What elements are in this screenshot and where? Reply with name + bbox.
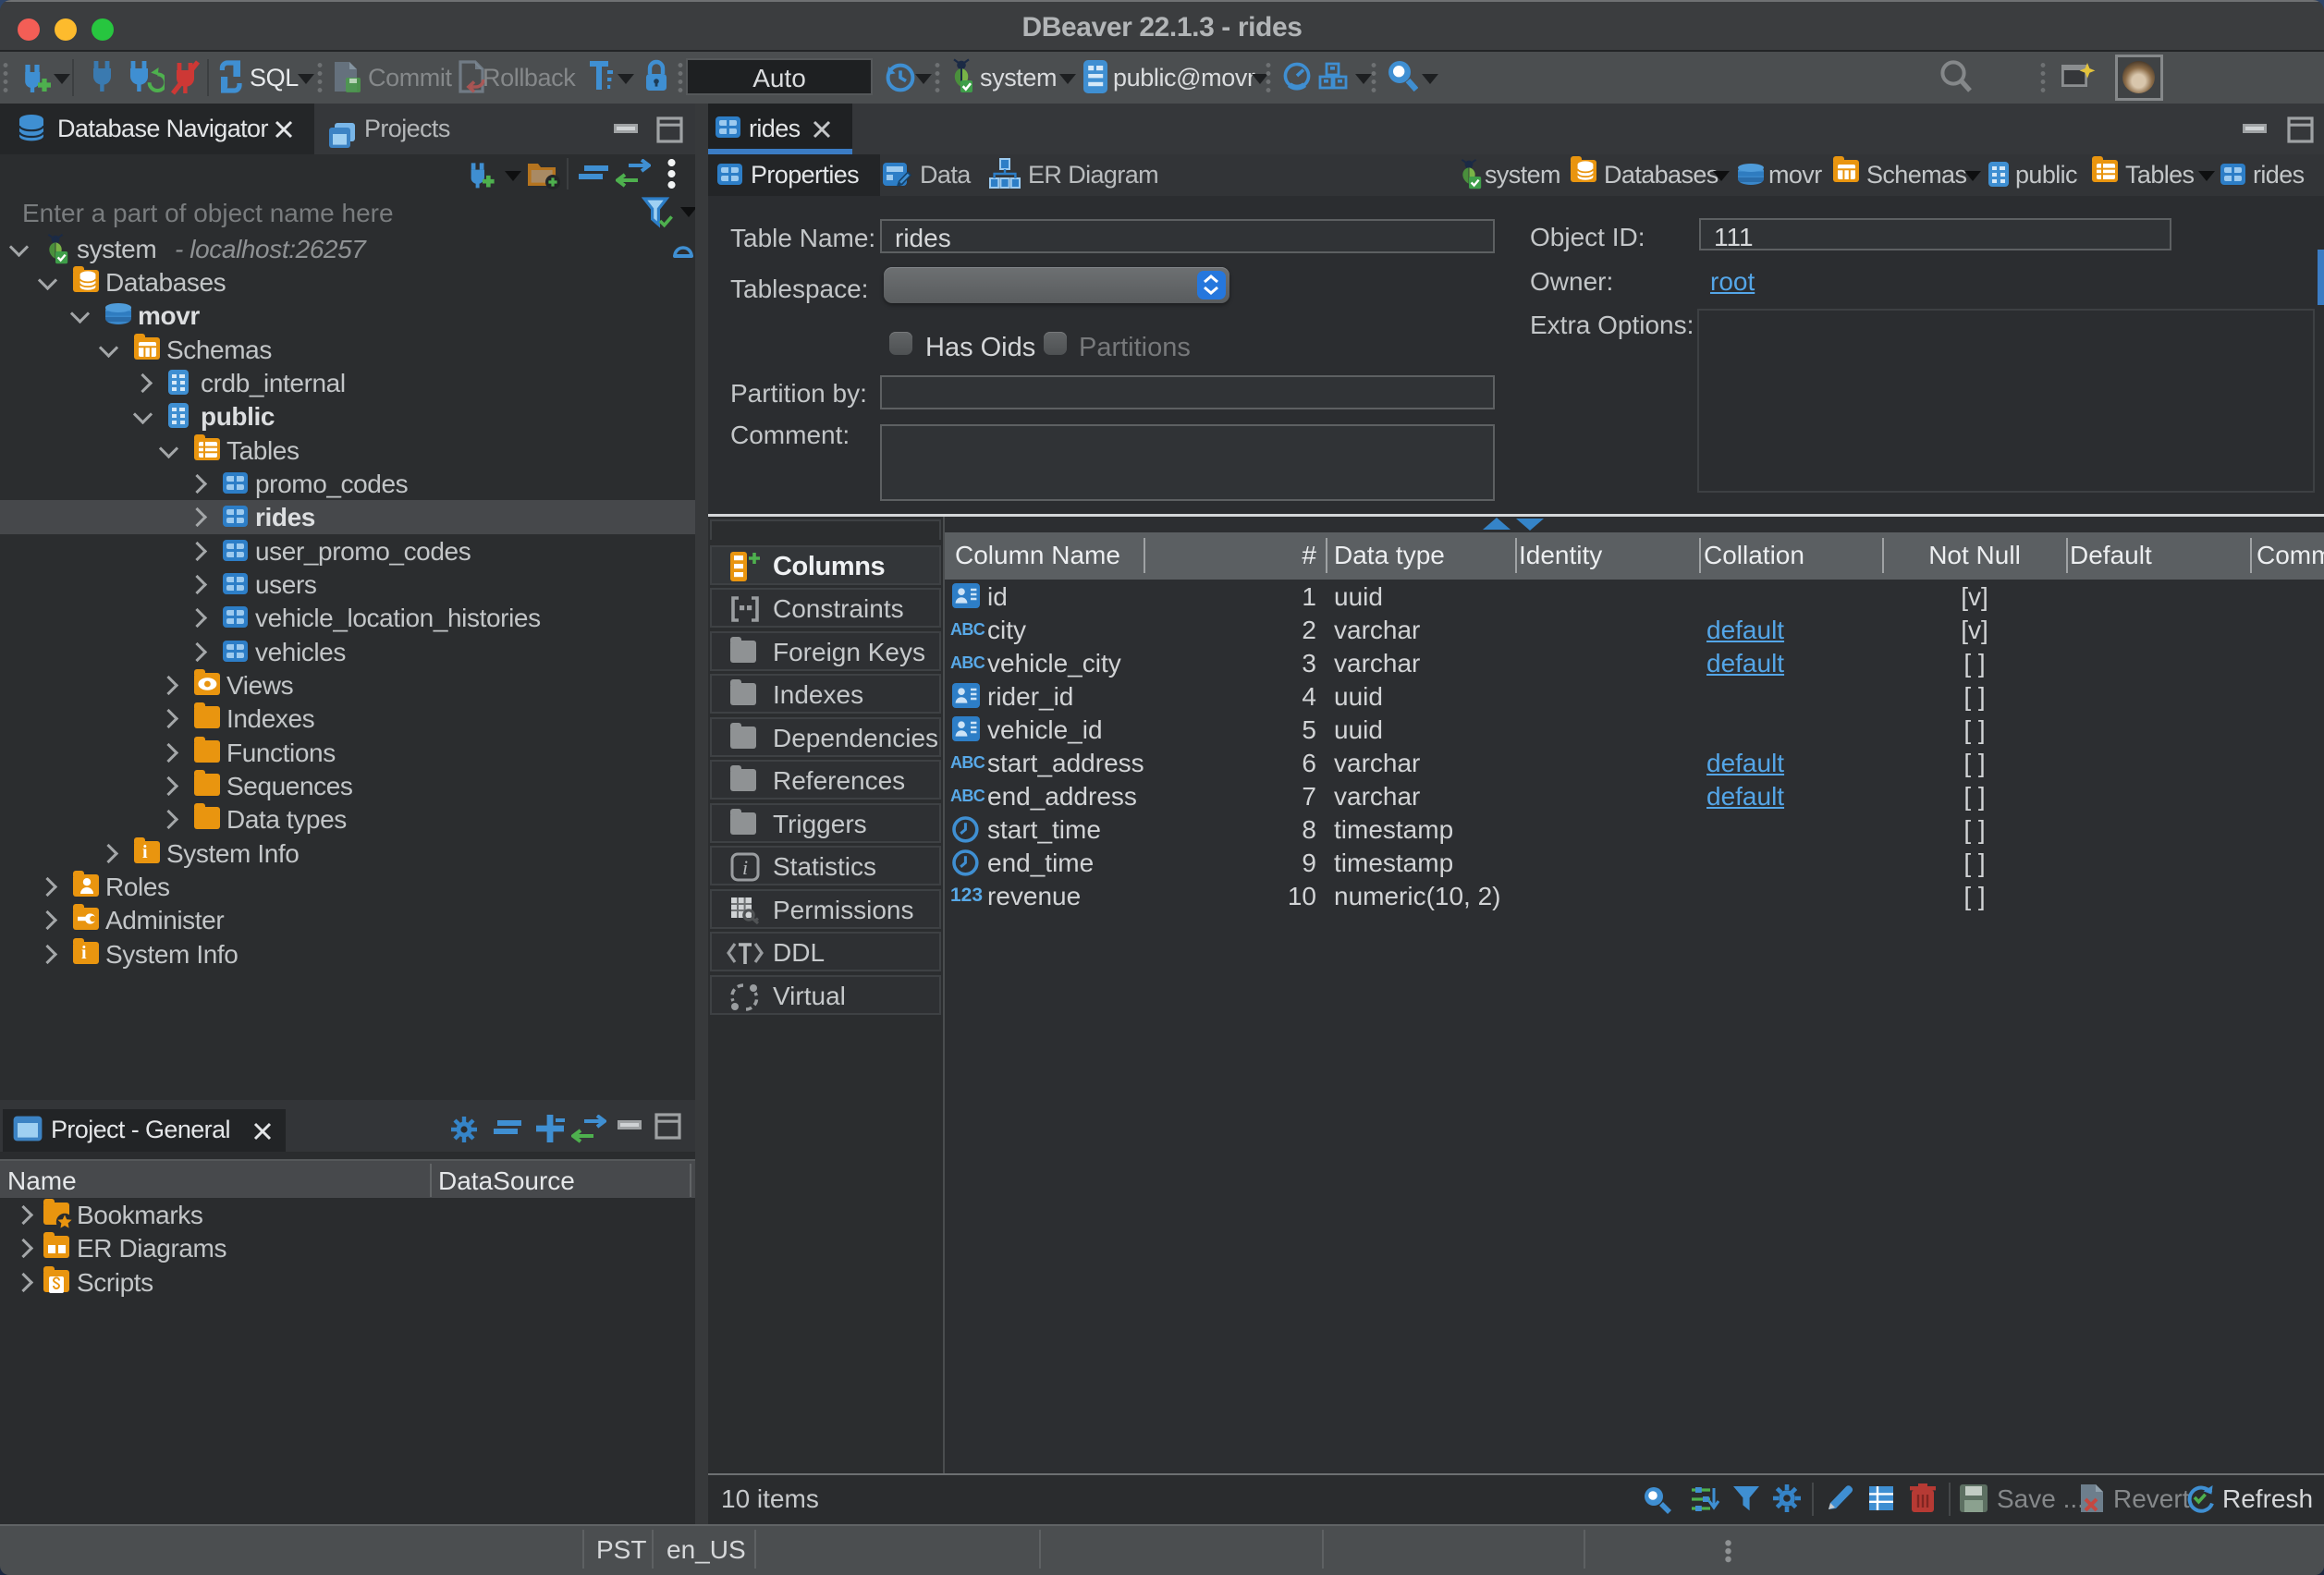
svg-text:i: i: [742, 856, 748, 879]
